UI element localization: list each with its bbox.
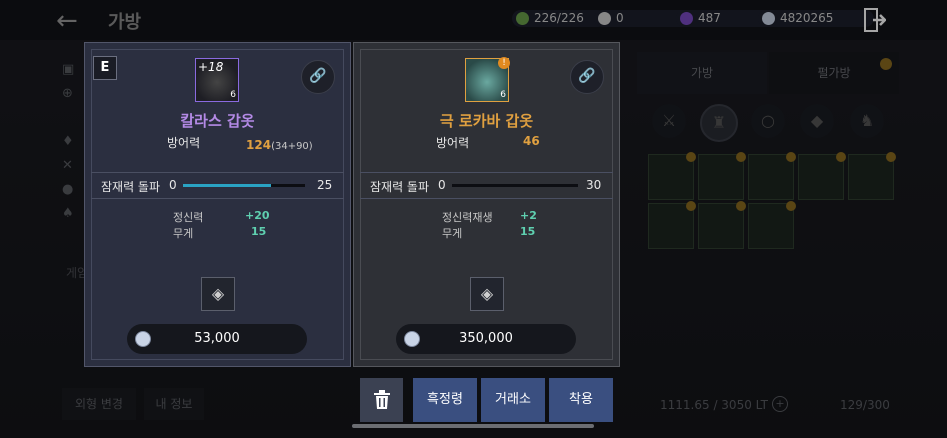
link-button[interactable]: 🔗: [570, 60, 604, 94]
gem-icon: ◈: [480, 284, 494, 303]
price-display: 53,000: [127, 324, 307, 354]
marketplace-button[interactable]: 거래소: [481, 378, 545, 422]
potential-min: 0: [169, 178, 177, 192]
gem-slot[interactable]: ◈: [470, 277, 504, 311]
equipped-badge: E: [93, 56, 117, 80]
item-name: 칼라스 갑옷: [180, 112, 255, 130]
item-name: 극 로카바 갑옷: [439, 112, 534, 130]
sub-stat-value: +2: [520, 209, 537, 222]
gem-slot[interactable]: ◈: [201, 277, 235, 311]
sub-stat-name: 정신력재생: [442, 211, 493, 224]
new-item-badge: !: [498, 57, 510, 69]
price-display: 350,000: [396, 324, 576, 354]
price-value: 53,000: [194, 331, 240, 346]
divider: [360, 172, 613, 173]
divider: [91, 172, 344, 173]
potential-max: 25: [317, 178, 333, 192]
sub-stat-name: 무게: [442, 227, 463, 240]
sub-stat-value: +20: [245, 209, 270, 222]
grade-number: 6: [500, 90, 506, 100]
defense-value: 124: [246, 138, 272, 152]
sub-stat-value: 15: [251, 225, 267, 238]
item-icon-armor: +18 6: [195, 58, 239, 102]
defense-label: 방어력: [436, 136, 470, 150]
silver-coin-icon: [135, 331, 151, 347]
link-icon: 🔗: [309, 68, 327, 84]
defense-label: 방어력: [167, 136, 201, 150]
divider: [360, 198, 613, 199]
link-icon: 🔗: [578, 68, 596, 84]
divider: [91, 198, 344, 199]
defense-detail: (34+90): [271, 141, 313, 152]
trash-icon: [373, 389, 390, 409]
sub-stat-name: 정신력: [173, 211, 204, 224]
silver-coin-icon: [404, 331, 420, 347]
price-value: 350,000: [459, 331, 513, 346]
potential-row: 잠재력 돌파 0 30: [360, 176, 613, 196]
potential-bar: [183, 184, 305, 187]
black-spirit-button[interactable]: 흑정령: [413, 378, 477, 422]
defense-value: 46: [523, 134, 540, 148]
item-icon-armor: ! 6: [465, 57, 510, 102]
delete-button[interactable]: [360, 378, 403, 422]
link-button[interactable]: 🔗: [301, 60, 335, 94]
enhance-level: +18: [198, 60, 224, 74]
scrollbar[interactable]: [352, 424, 594, 428]
potential-max: 30: [586, 178, 602, 192]
potential-label: 잠재력 돌파: [370, 180, 430, 194]
sub-stat-value: 15: [520, 225, 536, 238]
potential-label: 잠재력 돌파: [101, 180, 161, 194]
compare-panel-selected: ! 6 🔗 극 로카바 갑옷 방어력 46 잠재력 돌파 0 30 정신력재생 …: [353, 42, 620, 367]
potential-bar-fill: [183, 184, 271, 187]
potential-min: 0: [438, 178, 446, 192]
potential-bar: [452, 184, 578, 187]
equip-button[interactable]: 착용: [549, 378, 613, 422]
compare-panel-equipped: E +18 6 🔗 칼라스 갑옷 방어력 124(34+90) 잠재력 돌파 0…: [84, 42, 351, 367]
potential-row: 잠재력 돌파 0 25: [91, 176, 344, 196]
sub-stat-name: 무게: [173, 227, 194, 240]
gem-icon: ◈: [211, 284, 225, 303]
grade-number: 6: [230, 90, 236, 100]
defense-value-group: 124(34+90): [246, 134, 313, 153]
